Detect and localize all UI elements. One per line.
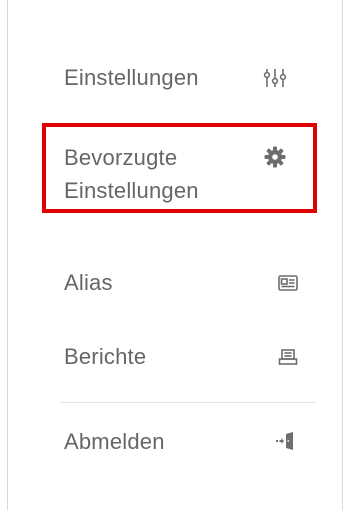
sliders-icon bbox=[261, 64, 289, 92]
id-card-icon bbox=[274, 269, 302, 297]
menu-item-alias[interactable]: Alias bbox=[64, 266, 312, 300]
logout-door-icon bbox=[272, 427, 300, 455]
menu-item-preferred-settings[interactable]: Bevorzugte Einstellungen bbox=[64, 141, 312, 211]
menu-item-preferred-settings-label-line2: Einstellungen bbox=[64, 178, 199, 203]
printer-icon bbox=[274, 343, 302, 371]
menu-item-settings[interactable]: Einstellungen bbox=[64, 61, 312, 95]
user-menu: Einstellungen Bevorzugte Einstellungen A… bbox=[7, 0, 343, 510]
menu-divider bbox=[60, 402, 316, 403]
menu-item-logout[interactable]: Abmelden bbox=[64, 425, 312, 459]
gear-icon bbox=[261, 143, 289, 171]
menu-item-reports[interactable]: Berichte bbox=[64, 340, 312, 374]
